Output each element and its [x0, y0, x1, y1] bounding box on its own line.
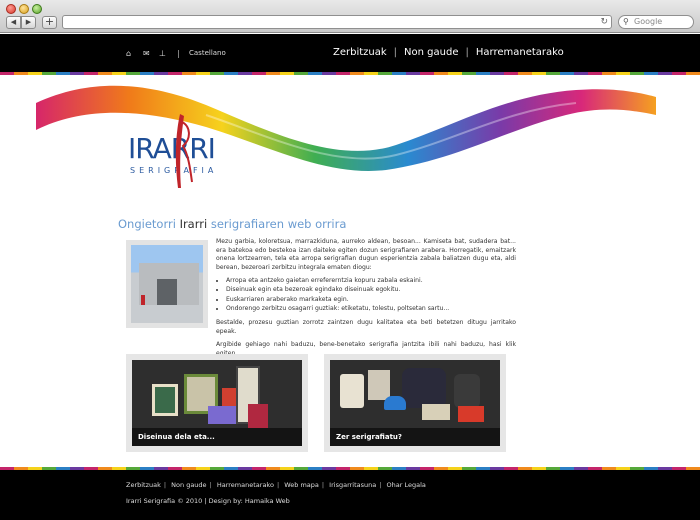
- forward-button[interactable]: ▶: [21, 16, 36, 29]
- shirt-shape: [458, 406, 484, 422]
- irarri-logo[interactable]: IRARRI SERIGRAFIA: [128, 114, 248, 193]
- logo-red-brush-icon: [175, 114, 193, 188]
- nav-item-harremanetarako[interactable]: Harremanetarako: [476, 47, 564, 58]
- products-card-caption[interactable]: Zer serigrafiatu?: [330, 428, 500, 446]
- list-item: Ondorengo zerbitzu osagarri guztiak: eti…: [226, 305, 516, 314]
- bag-shape: [368, 370, 390, 400]
- bag-shape: [340, 374, 364, 408]
- add-bookmark-button[interactable]: +: [42, 16, 57, 29]
- title-suffix: serigrafiaren web orrira: [207, 217, 347, 231]
- intro-paragraph-1: Mezu garbia, koloretsua, marrazkiduna, a…: [216, 238, 516, 271]
- footer-link-zerbitzuak[interactable]: Zerbitzuak: [126, 481, 161, 489]
- products-card-image: Zer serigrafiatu?: [330, 360, 500, 446]
- main-nav: Zerbitzuak | Non gaude | Harremanetarako: [333, 47, 564, 58]
- nav-item-non-gaude[interactable]: Non gaude: [404, 47, 458, 58]
- language-link-castellano[interactable]: Castellano: [189, 49, 226, 57]
- footer-separator: |: [276, 481, 280, 489]
- intro-paragraph-2: Bestalde, prozesu guztian zorrotz zaintz…: [216, 319, 516, 335]
- zoom-window-button[interactable]: [32, 4, 42, 14]
- bag-shape: [454, 374, 480, 408]
- list-item: Arropa eta antzeko gaietan errefererntzi…: [226, 277, 516, 286]
- home-icon[interactable]: ⌂: [126, 50, 131, 58]
- intro-body: Mezu garbia, koloretsua, marrazkiduna, a…: [216, 238, 516, 364]
- frame-shape: [248, 404, 268, 428]
- design-card-image: Diseinua dela eta...: [132, 360, 302, 446]
- workshop-photo: [131, 245, 203, 323]
- minimize-window-button[interactable]: [19, 4, 29, 14]
- list-item: Euskarriaren araberako markaketa egin.: [226, 296, 516, 305]
- frame-shape: [208, 406, 238, 424]
- search-placeholder: Google: [634, 17, 663, 26]
- footer-link-ohar-legala[interactable]: Ohar Legala: [387, 481, 426, 489]
- bag-shape: [402, 368, 446, 408]
- frame-shape: [152, 384, 178, 416]
- design-card[interactable]: Diseinua dela eta...: [126, 354, 308, 452]
- sitemap-icon[interactable]: ⊥: [159, 50, 166, 58]
- nav-separator: |: [393, 47, 398, 58]
- footer-separator: |: [321, 481, 325, 489]
- footer-link-irisgarritasuna[interactable]: Irisgarritasuna: [329, 481, 376, 489]
- footer-link-web-mapa[interactable]: Web mapa: [284, 481, 319, 489]
- footer-separator: |: [209, 481, 212, 489]
- design-card-caption[interactable]: Diseinua dela eta...: [132, 428, 302, 446]
- shirt-shape: [422, 404, 450, 420]
- nav-item-zerbitzuak[interactable]: Zerbitzuak: [333, 47, 387, 58]
- footer-link-non-gaude[interactable]: Non gaude: [171, 481, 206, 489]
- footer-link-harremanetarako[interactable]: Harremanetarako: [217, 481, 274, 489]
- red-sign-shape: [141, 295, 145, 305]
- copyright-text: Irarri Serigrafia © 2010 | Design by: Ha…: [126, 497, 290, 505]
- cap-shape: [384, 396, 406, 410]
- search-icon: ⚲: [623, 17, 629, 26]
- mail-icon[interactable]: ✉: [143, 50, 150, 58]
- workshop-photo-frame: [126, 240, 208, 328]
- page-title: Ongietorri Irarri serigrafiaren web orri…: [118, 217, 346, 231]
- address-bar[interactable]: ↻: [62, 15, 612, 29]
- footer-separator: |: [163, 481, 167, 489]
- footer-links: Zerbitzuak | Non gaude | Harremanetarako | …: [126, 481, 426, 489]
- browser-search-input[interactable]: ⚲ Google: [618, 15, 694, 29]
- back-button[interactable]: ◀: [6, 16, 21, 29]
- products-card[interactable]: Zer serigrafiatu?: [324, 354, 506, 452]
- browser-chrome: ◀ ▶ + ↻ ⚲ Google: [0, 0, 700, 33]
- footer-separator: |: [379, 481, 382, 489]
- title-prefix: Ongietorri: [118, 217, 180, 231]
- list-item: Diseinuak egin eta bezeroak egindako dis…: [226, 286, 516, 295]
- top-separator: |: [177, 49, 180, 58]
- close-window-button[interactable]: [6, 4, 16, 14]
- footer: [0, 470, 700, 520]
- reload-icon[interactable]: ↻: [600, 16, 608, 28]
- title-brand: Irarri: [179, 217, 208, 231]
- nav-separator: |: [465, 47, 469, 58]
- garage-door-shape: [157, 279, 177, 305]
- services-list: Arropa eta antzeko gaietan errefererntzi…: [226, 277, 516, 313]
